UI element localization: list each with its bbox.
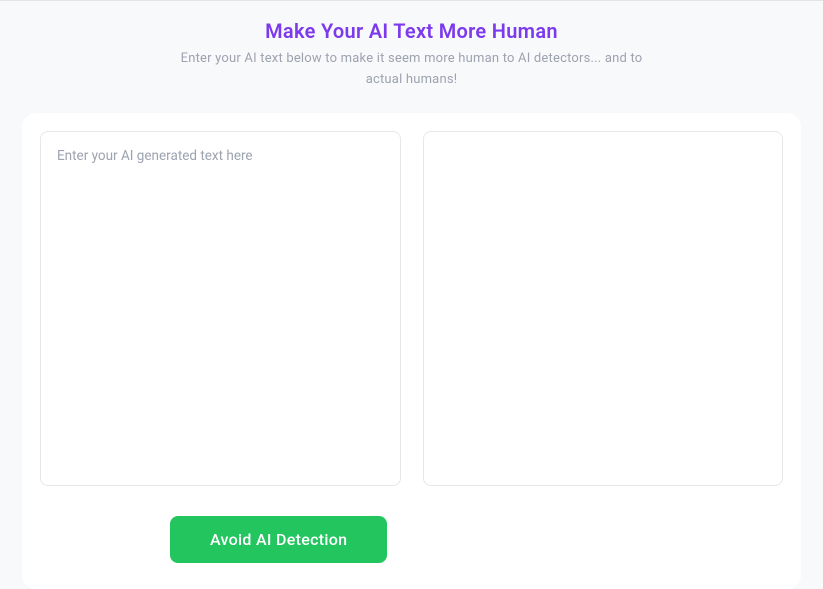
ai-text-input[interactable] [40, 131, 401, 486]
action-row: Avoid AI Detection [40, 516, 783, 563]
humanized-output [423, 131, 784, 486]
avoid-ai-detection-button[interactable]: Avoid AI Detection [170, 516, 387, 563]
main-card: Avoid AI Detection [22, 113, 801, 589]
page-header: Make Your AI Text More Human Enter your … [0, 1, 823, 101]
textarea-row [40, 131, 783, 486]
page-subtitle: Enter your AI text below to make it seem… [162, 49, 662, 91]
page-title: Make Your AI Text More Human [20, 19, 803, 43]
